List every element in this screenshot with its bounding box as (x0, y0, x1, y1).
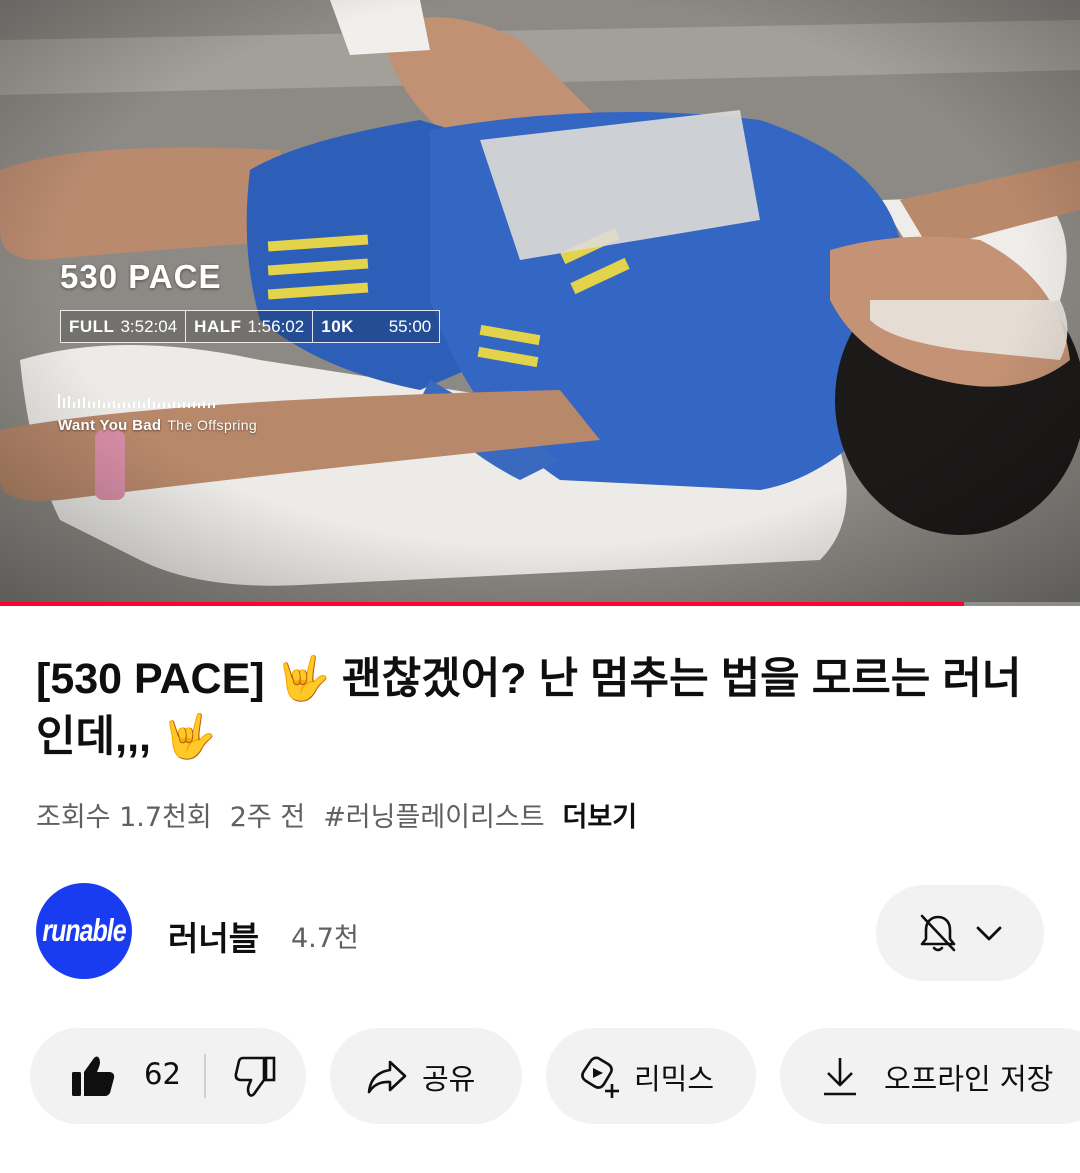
equalizer-bar (78, 399, 80, 408)
equalizer-bar (83, 397, 85, 408)
progress-played (0, 602, 965, 606)
share-icon (367, 1060, 407, 1094)
equalizer-bar (63, 398, 65, 408)
equalizer-bar (203, 402, 205, 408)
subscriber-count: 4.7천 (291, 923, 359, 954)
equalizer-bar (173, 402, 175, 408)
equalizer-bar (168, 403, 170, 408)
split-value: 55:00 (388, 316, 432, 336)
equalizer-bar (158, 403, 160, 408)
channel-avatar[interactable]: runable (36, 883, 132, 979)
split-value: 3:52:04 (120, 316, 178, 336)
chevron-down-icon (976, 926, 1002, 941)
split-key: HALF (194, 316, 242, 336)
overlay-title: 530 PACE (60, 258, 222, 295)
like-button[interactable] (70, 1054, 116, 1098)
audio-equalizer-icon (58, 394, 215, 408)
more-button[interactable]: 더보기 (563, 795, 638, 834)
action-bar: 62 공유 리믹스 오프라인 저장 (0, 1028, 1080, 1124)
split-key: 10K (321, 316, 354, 336)
download-button[interactable]: 오프라인 저장 (780, 1028, 1080, 1124)
video-progress-bar[interactable] (0, 602, 1080, 606)
equalizer-bar (128, 403, 130, 408)
hashtag-link[interactable]: #러닝플레이리스트 (323, 795, 544, 834)
bell-off-icon (920, 914, 956, 952)
like-count: 62 (144, 1057, 181, 1091)
equalizer-bar (103, 403, 105, 408)
remix-button[interactable]: 리믹스 (546, 1028, 756, 1124)
equalizer-bar (58, 394, 60, 408)
split-key: FULL (69, 316, 115, 336)
avatar-logo-text: runable (42, 912, 126, 948)
equalizer-bar (188, 403, 190, 408)
equalizer-bar (98, 400, 100, 408)
dislike-button[interactable] (234, 1054, 276, 1098)
equalizer-bar (113, 401, 115, 408)
split-full: FULL 3:52:04 (61, 311, 187, 342)
subscription-notification-button[interactable] (876, 885, 1044, 981)
remix-icon (581, 1056, 619, 1098)
equalizer-bar (133, 402, 135, 408)
equalizer-bar (68, 396, 70, 408)
share-label: 공유 (422, 1062, 476, 1096)
equalizer-bar (108, 402, 110, 408)
pace-overlay: 530 PACE FULL 3:52:04 HALF 1:56:02 10K 5… (0, 0, 1080, 606)
download-label: 오프라인 저장 (884, 1062, 1054, 1096)
like-divider (204, 1054, 206, 1098)
equalizer-bar (153, 402, 155, 408)
video-player[interactable]: 530 PACE FULL 3:52:04 HALF 1:56:02 10K 5… (0, 0, 1080, 606)
split-half: HALF 1:56:02 (186, 311, 314, 342)
equalizer-bar (73, 402, 75, 408)
equalizer-bar (148, 398, 150, 408)
channel-name[interactable]: 러너블 (168, 912, 259, 960)
equalizer-bar (193, 402, 195, 408)
equalizer-bar (138, 401, 140, 408)
channel-row: runable 러너블 4.7천 (0, 880, 1080, 984)
split-times-box: FULL 3:52:04 HALF 1:56:02 10K 55:00 (60, 310, 441, 343)
equalizer-bar (143, 403, 145, 408)
equalizer-bar (178, 403, 180, 408)
now-playing: Want You Bad The Offspring (58, 417, 257, 434)
share-button[interactable]: 공유 (330, 1028, 522, 1124)
split-10k: 10K 55:00 (313, 311, 439, 342)
song-artist: The Offspring (167, 417, 258, 433)
equalizer-bar (88, 401, 90, 408)
download-icon (824, 1058, 856, 1096)
remix-label: 리믹스 (634, 1062, 715, 1096)
upload-age: 2주 전 (229, 802, 306, 833)
view-count: 조회수 1.7천회 (36, 802, 212, 833)
video-title[interactable]: [530 PACE] 🤟 괜찮겠어? 난 멈추는 법을 모르는 러너인데,,, … (36, 650, 1046, 766)
like-dislike-pill: 62 (30, 1028, 306, 1124)
equalizer-bar (118, 403, 120, 408)
equalizer-bar (198, 403, 200, 408)
equalizer-bar (93, 402, 95, 408)
equalizer-bar (213, 403, 215, 408)
split-value: 1:56:02 (247, 316, 305, 336)
equalizer-bar (208, 403, 210, 408)
equalizer-bar (163, 402, 165, 408)
equalizer-bar (183, 402, 185, 408)
video-meta[interactable]: 조회수 1.7천회 2주 전 #러닝플레이리스트 더보기 (36, 795, 637, 834)
song-title: Want You Bad (58, 417, 162, 434)
equalizer-bar (123, 402, 125, 408)
